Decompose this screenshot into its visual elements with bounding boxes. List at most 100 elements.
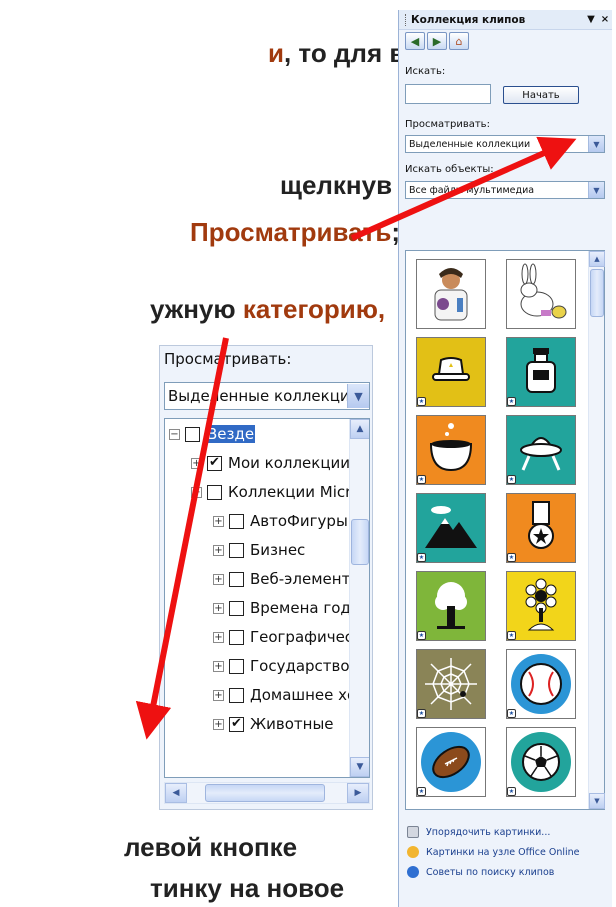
soccer-ball-clip[interactable]: ★ <box>506 727 576 797</box>
rabbit-clip[interactable] <box>506 259 576 329</box>
scroll-right-icon[interactable]: ▶ <box>347 783 369 803</box>
organize-icon <box>407 826 419 838</box>
cowboy-hat-clip[interactable]: ★ <box>416 337 486 407</box>
chevron-down-icon[interactable]: ▼ <box>347 384 369 408</box>
expand-icon[interactable]: + <box>213 573 224 585</box>
animated-badge-icon: ★ <box>417 397 426 406</box>
chevron-down-icon[interactable]: ▼ <box>588 182 604 198</box>
search-tips-link[interactable]: Советы по поиску клипов <box>407 862 580 882</box>
tree-item[interactable]: + Бизнес <box>213 539 305 561</box>
close-icon[interactable]: × <box>598 14 612 25</box>
tree-item[interactable]: + АвтоФигуры <box>213 510 348 532</box>
office-online-link[interactable]: Картинки на узле Office Online <box>407 842 580 862</box>
expand-icon[interactable]: + <box>191 457 202 469</box>
go-button[interactable]: Начать <box>503 86 579 104</box>
zoomed-browse-value: Выделенные коллекции <box>168 387 347 405</box>
tree-item[interactable]: + Веб-элементы <box>213 568 362 590</box>
pane-menu-icon[interactable]: ▼ <box>584 14 598 25</box>
expand-icon[interactable]: + <box>213 515 224 527</box>
collection-tree-scrollbar[interactable]: ▲ ▼ <box>349 419 369 777</box>
help-icon <box>407 866 419 878</box>
grip-icon[interactable] <box>405 13 407 26</box>
flower-icon <box>525 578 557 631</box>
tree-checkbox[interactable] <box>229 629 244 645</box>
types-select[interactable]: Все файлы мультимедиа ▼ <box>405 181 605 199</box>
tree-checkbox[interactable] <box>229 513 244 529</box>
expand-icon[interactable]: + <box>213 718 224 730</box>
tree-item[interactable]: + Географические <box>213 626 369 648</box>
soccer-ball-icon <box>511 732 571 792</box>
tree-item[interactable]: −Коллекции Microsoft <box>191 481 369 503</box>
collapse-icon[interactable]: − <box>191 486 202 498</box>
browse-select[interactable]: Выделенные коллекции ▼ <box>405 135 605 153</box>
animated-badge-icon: ★ <box>507 709 516 718</box>
spider-web-clip[interactable]: ★ <box>416 649 486 719</box>
animated-badge-icon: ★ <box>507 475 516 484</box>
scroll-up-icon[interactable]: ▲ <box>350 419 369 439</box>
forward-button[interactable]: ▶ <box>427 32 447 50</box>
mountain-clip[interactable]: ★ <box>416 493 486 563</box>
home-button[interactable]: ⌂ <box>449 32 469 50</box>
tree-icon <box>435 582 467 629</box>
tree-item-label: Времена года <box>250 599 360 617</box>
ufo-clip[interactable]: ★ <box>506 415 576 485</box>
tree-item[interactable]: − Везде <box>169 423 256 445</box>
scroll-thumb[interactable] <box>590 269 604 317</box>
tree-checkbox[interactable] <box>185 426 200 442</box>
expand-icon[interactable]: + <box>213 689 224 701</box>
tree-checkbox[interactable] <box>229 687 244 703</box>
animated-badge-icon: ★ <box>417 553 426 562</box>
slide-text-line-3: Просматривать; <box>190 217 401 247</box>
scroll-left-icon[interactable]: ◀ <box>165 783 187 803</box>
back-button[interactable]: ◀ <box>405 32 425 50</box>
expand-icon[interactable]: + <box>213 602 224 614</box>
clip-results-scrollbar[interactable]: ▲ ▼ <box>588 251 605 809</box>
collapse-icon[interactable]: − <box>169 428 180 440</box>
tree-clip[interactable]: ★ <box>416 571 486 641</box>
tree-item-label: Животные <box>250 715 334 733</box>
cauldron-clip[interactable]: ★ <box>416 415 486 485</box>
flower-clip[interactable]: ★ <box>506 571 576 641</box>
scroll-down-icon[interactable]: ▼ <box>350 757 369 777</box>
medal-clip[interactable]: ★ <box>506 493 576 563</box>
slide-text-line-4: ужную категорию, <box>150 294 386 324</box>
tree-checkbox[interactable]: ✔ <box>229 716 244 732</box>
baseball-icon <box>511 654 571 714</box>
doctor-clip[interactable] <box>416 259 486 329</box>
scroll-thumb[interactable] <box>351 519 369 565</box>
rabbit-icon <box>520 263 567 319</box>
tree-checkbox[interactable] <box>229 600 244 616</box>
football-clip[interactable]: ★ <box>416 727 486 797</box>
scroll-up-icon[interactable]: ▲ <box>589 251 605 267</box>
tree-item[interactable]: + Времена года <box>213 597 360 619</box>
tree-item[interactable]: + Домашнее хозяй <box>213 684 369 706</box>
tree-checkbox[interactable] <box>229 542 244 558</box>
search-input[interactable] <box>405 84 491 104</box>
hscroll-thumb[interactable] <box>205 784 325 802</box>
tree-item[interactable]: + ✔ Мои коллекции <box>191 452 350 474</box>
expand-icon[interactable]: + <box>213 544 224 556</box>
animated-badge-icon: ★ <box>417 631 426 640</box>
collection-tree-hscrollbar[interactable]: ◀ ▶ <box>164 782 370 804</box>
zoomed-browse-select[interactable]: Выделенные коллекции ▼ <box>164 382 370 410</box>
tree-item-label: Веб-элементы <box>250 570 363 588</box>
tree-item[interactable]: + Государство <box>213 655 350 677</box>
tree-checkbox[interactable]: ✔ <box>207 455 222 471</box>
clip-results: ★ ★ ★ ★ ★ ★ ★ ★ ★ ★ ★ ★ ▲ ▼ <box>405 250 605 810</box>
scroll-down-icon[interactable]: ▼ <box>589 793 605 809</box>
tree-checkbox[interactable] <box>229 571 244 587</box>
baseball-clip[interactable]: ★ <box>506 649 576 719</box>
chevron-down-icon[interactable]: ▼ <box>588 136 604 152</box>
tree-item-label: Бизнес <box>250 541 306 559</box>
tree-checkbox[interactable] <box>207 484 222 500</box>
collection-tree: − Везде + ✔ Мои коллекции −Коллекции Microsof… <box>164 418 370 778</box>
types-label: Искать объекты: <box>405 164 494 175</box>
back-icon: ◀ <box>410 34 420 48</box>
expand-icon[interactable]: + <box>213 660 224 672</box>
pane-links: Упорядочить картинки... Картинки на узле… <box>407 822 580 882</box>
tree-item[interactable]: + ✔ Животные <box>213 713 334 735</box>
tree-checkbox[interactable] <box>229 658 244 674</box>
organize-clips-link[interactable]: Упорядочить картинки... <box>407 822 580 842</box>
expand-icon[interactable]: + <box>213 631 224 643</box>
bottle-clip[interactable]: ★ <box>506 337 576 407</box>
